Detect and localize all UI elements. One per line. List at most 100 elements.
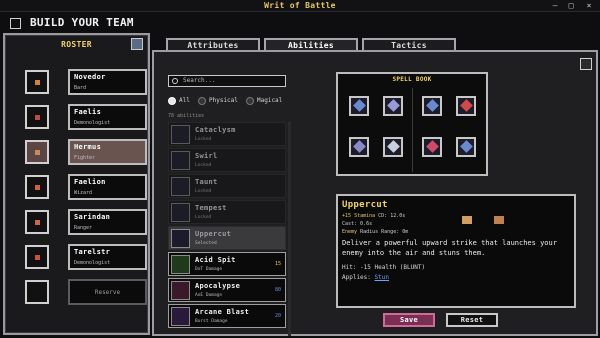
page-title: BUILD YOUR TEAM [30,16,134,29]
roster-portrait[interactable] [25,140,49,164]
radio-icon [246,97,254,105]
list-item[interactable]: Swirl Locked [168,148,286,172]
spell-slot[interactable] [422,96,442,116]
character-icon [35,150,40,155]
ability-range: Enemy Radius Range: 0m [342,229,408,235]
applies-effect: Applies: Stun [342,274,389,281]
roster-portrait[interactable] [25,210,49,234]
ability-detail: Uppercut +15 Stamina CD: 12.0s Cast: 0.6… [336,194,576,308]
ability-type: AoE Damage [195,293,223,298]
member-name: Sarindan [74,213,111,221]
roster-portrait[interactable] [25,105,49,129]
character-icon [35,80,40,85]
roster-portrait-empty[interactable] [25,280,49,304]
status-link[interactable]: Stun [375,274,389,281]
spell-slot[interactable] [349,137,369,157]
filter-label: Physical [209,97,238,104]
spell-slot[interactable] [456,96,476,116]
slash-icon [353,140,366,153]
member-class: Bard [74,85,87,91]
member-name: Hermus [74,143,102,151]
dagger-icon [387,99,400,112]
spell-slot[interactable] [422,137,442,157]
character-icon [35,255,40,260]
member-class: Demonologist [74,120,111,126]
spell-slot[interactable] [349,96,369,116]
maximize-button[interactable]: □ [564,1,578,11]
list-item-selected[interactable]: Uppercut Selected [168,226,286,250]
filter-label: All [179,97,190,104]
settings-icon[interactable] [580,58,592,70]
search-input[interactable]: Search... [168,75,286,87]
character-icon [35,220,40,225]
mana-cost: 80 [274,287,281,293]
spear-icon [426,140,439,153]
ability-type: Selected [195,241,217,246]
filter-all[interactable]: All [168,96,190,106]
ability-count: 78 abilities [168,113,205,119]
ability-name: Acid Spit [195,256,236,264]
list-item[interactable]: Tempest Locked [168,200,286,224]
close-button[interactable]: × [582,1,596,11]
ability-type: DoT Damage [195,267,223,272]
team-icon [10,18,21,29]
blunt-icon [462,216,472,224]
ability-type: Locked [195,215,212,220]
range: Radius Range: 0m [360,229,409,235]
roster-member-selected[interactable]: Hermus Fighter [68,139,147,165]
edit-roster-icon[interactable] [131,38,143,50]
roster-member[interactable]: Sarindan Ranger [68,209,147,235]
spell-book: SPELL BOOK [336,72,488,176]
reserve-label: Reserve [94,289,121,296]
list-item[interactable]: Cataclysm Locked [168,122,286,146]
ability-icon [171,125,190,144]
member-class: Fighter [74,155,96,161]
stun-icon [494,216,504,224]
filter-magical[interactable]: Magical [246,96,282,106]
spell-slot[interactable] [456,137,476,157]
minimize-button[interactable]: — [548,1,562,11]
ability-icon [171,151,190,170]
ability-name: Apocalypse [195,282,241,290]
filter-physical[interactable]: Physical [198,96,238,106]
list-item[interactable]: Apocalypse AoE Damage 80 [168,278,286,302]
mana-cost: 20 [274,313,281,319]
character-icon [35,115,40,120]
ability-list: Cataclysm Locked Swirl Locked Taunt Lock… [168,122,286,336]
list-item[interactable]: Taunt Locked [168,174,286,198]
roster-portrait[interactable] [25,175,49,199]
ability-name: Swirl [195,152,218,160]
save-button[interactable]: Save [383,313,435,327]
hit-effect: Hit: -15 Health (BLUNT) [342,264,426,271]
roster-member[interactable]: Faelis Demonologist [68,104,147,130]
list-item[interactable]: Acid Spit DoT Damage 15 [168,252,286,276]
member-class: Demonologist [74,260,111,266]
roster-member[interactable]: Faelion Wizard [68,174,147,200]
roster-portrait[interactable] [25,245,49,269]
member-name: Tarelstr [74,248,111,256]
ability-stats: +15 Stamina CD: 12.0s [342,213,406,219]
ability-type: Locked [195,189,212,194]
member-class: Wizard [74,190,93,196]
reset-button[interactable]: Reset [446,313,498,327]
list-scrollbar[interactable] [288,122,291,336]
roster-portrait[interactable] [25,70,49,94]
spell-slot[interactable] [383,137,403,157]
radio-icon [168,97,176,105]
spell-slot[interactable] [383,96,403,116]
member-class: Ranger [74,225,93,231]
radio-icon [198,97,206,105]
ability-type: Locked [195,163,212,168]
roster-member[interactable]: Tarelstr Demonologist [68,244,147,270]
member-name: Faelis [74,108,102,116]
apocalypse-icon [171,281,190,300]
header: BUILD YOUR TEAM [0,12,600,34]
ability-name: Tempest [195,204,227,212]
acid-icon [171,255,190,274]
character-icon [35,185,40,190]
ability-icon [171,177,190,196]
list-item[interactable]: Arcane Blast Burst Damage 20 [168,304,286,328]
reserve-slot[interactable]: Reserve [68,279,147,305]
member-name: Faelion [74,178,106,186]
roster-member[interactable]: Novedor Bard [68,69,147,95]
